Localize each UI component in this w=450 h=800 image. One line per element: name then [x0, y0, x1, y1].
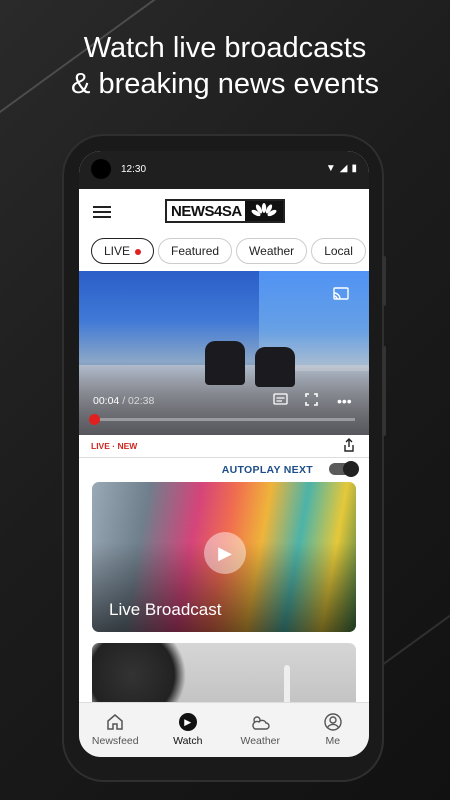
tab-label: Local — [324, 244, 353, 258]
headline-line-2: & breaking news events — [71, 68, 379, 100]
fullscreen-icon[interactable] — [305, 393, 318, 409]
promo-headline: Watch live broadcasts & breaking news ev… — [0, 30, 450, 102]
nav-me[interactable]: Me — [297, 703, 370, 757]
more-icon[interactable]: ••• — [337, 393, 352, 409]
video-player[interactable]: 00:04 / 02:38 ••• — [79, 271, 369, 435]
camera-icon — [91, 159, 111, 179]
phone-frame: 12:30 ▼ ◢ ▮ NEWS4SA LIVE Featured Weathe… — [64, 136, 386, 780]
nav-weather[interactable]: Weather — [224, 703, 297, 757]
power-button — [382, 346, 386, 436]
video-chair — [205, 341, 245, 385]
category-tabs: LIVE Featured Weather Local — [79, 235, 369, 267]
status-bar: 12:30 ▼ ◢ ▮ — [79, 151, 369, 189]
weather-icon — [249, 713, 271, 733]
live-new-badge: LIVE · NEW — [91, 441, 137, 451]
tab-label: LIVE — [104, 244, 131, 258]
status-icons: ▼ ◢ ▮ — [326, 163, 357, 174]
video-duration: 02:38 — [128, 395, 155, 407]
profile-icon — [324, 713, 342, 733]
battery-icon: ▮ — [351, 163, 357, 174]
video-scrubber-handle[interactable] — [89, 414, 100, 425]
news4sa-logo: NEWS4SA — [165, 199, 285, 223]
volume-button — [382, 256, 386, 306]
headline-line-1: Watch live broadcasts — [83, 32, 367, 64]
autoplay-row: AUTOPLAY NEXT — [79, 458, 369, 482]
live-dot-icon — [135, 248, 142, 255]
autoplay-toggle[interactable] — [329, 461, 359, 477]
video-progress-bar[interactable] — [93, 418, 355, 421]
home-icon — [106, 713, 124, 733]
cast-icon[interactable] — [333, 287, 349, 303]
tab-label: Featured — [171, 244, 220, 258]
logo-text: NEWS4SA — [171, 202, 242, 220]
video-card-live-broadcast[interactable]: ▶ Live Broadcast — [92, 482, 356, 632]
play-icon[interactable]: ▶ — [204, 532, 246, 574]
tab-featured[interactable]: Featured — [158, 238, 233, 264]
phone-screen: 12:30 ▼ ◢ ▮ NEWS4SA LIVE Featured Weathe… — [79, 151, 369, 757]
tab-weather[interactable]: Weather — [236, 238, 308, 264]
signal-icon: ◢ — [339, 163, 348, 174]
nav-watch[interactable]: ▶ Watch — [152, 703, 225, 757]
tab-local[interactable]: Local — [311, 238, 366, 264]
nav-newsfeed[interactable]: Newsfeed — [79, 703, 152, 757]
hamburger-menu-icon[interactable] — [93, 206, 111, 218]
nav-label: Newsfeed — [91, 735, 139, 747]
tab-live[interactable]: LIVE — [91, 238, 155, 264]
wifi-icon: ▼ — [325, 163, 336, 174]
tab-label: Weather — [249, 244, 295, 258]
video-meta-row: LIVE · NEW — [79, 435, 369, 458]
nav-label: Me — [325, 735, 341, 747]
video-time: 00:04 / 02:38 — [93, 395, 154, 407]
card-title: Live Broadcast — [109, 600, 222, 619]
captions-icon[interactable] — [273, 393, 288, 409]
play-circle-icon: ▶ — [178, 713, 197, 731]
nav-label: Watch — [173, 735, 203, 747]
bottom-navigation: Newsfeed ▶ Watch Weather Me — [79, 702, 369, 757]
card-thumbnail-rocket — [284, 665, 290, 705]
app-bar: NEWS4SA — [79, 189, 369, 235]
share-icon[interactable] — [343, 438, 355, 455]
status-time: 12:30 — [121, 164, 147, 175]
video-time-separator: / — [119, 395, 129, 407]
new-label: · NEW — [112, 441, 138, 451]
peacock-icon — [245, 201, 283, 221]
video-current-time: 00:04 — [93, 395, 120, 407]
nav-label: Weather — [240, 735, 281, 747]
live-label: LIVE — [91, 441, 110, 451]
video-chair — [255, 347, 295, 387]
autoplay-label: AUTOPLAY NEXT — [221, 464, 313, 476]
